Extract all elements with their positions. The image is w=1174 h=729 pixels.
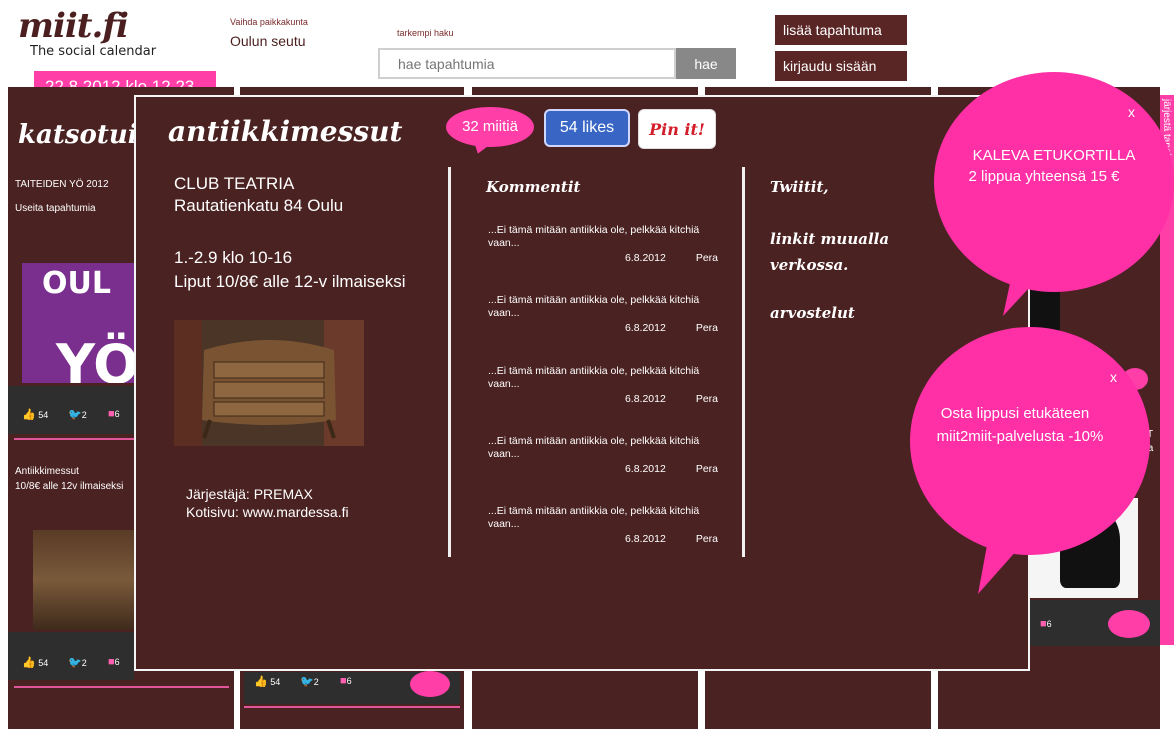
homepage-link[interactable]: Kotisivu: www.mardessa.fi — [186, 503, 349, 521]
speech-icon: ■ — [108, 656, 115, 668]
event-card-title-2[interactable]: Antiikkimessut — [15, 465, 79, 479]
links-heading-line2[interactable]: verkossa. — [770, 255, 848, 275]
pin-it-button[interactable]: Pin it! — [638, 109, 716, 149]
miit-count-badge[interactable]: 32 miitiä — [446, 107, 534, 147]
offer-2-line2: miit2miit-palvelusta -10% — [936, 428, 1104, 445]
thumbs-up-icon: 👍 — [22, 657, 36, 669]
logo[interactable]: miit.fi The social calendar — [18, 6, 157, 59]
comment-count-4[interactable]: ■6 — [1040, 618, 1052, 630]
logo-tagline: The social calendar — [30, 44, 157, 59]
add-event-button[interactable]: lisää tapahtuma — [775, 15, 907, 45]
offer-2-line1: Osta lippusi etukäteen — [940, 405, 1090, 422]
event-card-title[interactable]: TAITEIDEN YÖ 2012 — [15, 178, 109, 192]
offer-bubble-kaleva[interactable]: x KALEVA ETUKORTILLA 2 lippua yhteensä 1… — [934, 72, 1174, 292]
bird-icon: 🐦 — [300, 676, 314, 688]
comment-bubble-icon[interactable] — [1108, 610, 1150, 638]
logo-name: miit.fi — [18, 6, 129, 46]
organizer-name: Järjestäjä: PREMAX — [186, 486, 313, 502]
search-button[interactable]: hae — [676, 48, 736, 79]
tweet-count[interactable]: 🐦2 — [68, 408, 87, 421]
likes-button[interactable]: 54 likes — [544, 109, 630, 147]
event-detail-modal: antiikkimessut 32 miitiä 54 likes Pin it… — [134, 95, 1030, 671]
comment-count[interactable]: ■6 — [108, 408, 120, 420]
event-photo[interactable] — [174, 320, 364, 446]
links-heading-line1[interactable]: linkit muualla — [770, 229, 889, 249]
close-offer-2[interactable]: x — [1110, 369, 1117, 385]
column-divider — [448, 167, 451, 557]
offer-1-line1: KALEVA ETUKORTILLA — [972, 147, 1136, 164]
comment-author[interactable]: Pera — [696, 463, 718, 476]
event-time: 1.-2.9 klo 10-16 — [174, 248, 293, 267]
comment-item: ...Ei tämä mitään antiikkia ole, pelkkää… — [488, 365, 728, 406]
tweet-count-2[interactable]: 🐦2 — [68, 656, 87, 669]
comment-item: ...Ei tämä mitään antiikkia ole, pelkkää… — [488, 435, 728, 476]
comment-item: ...Ei tämä mitään antiikkia ole, pelkkää… — [488, 224, 728, 265]
search-input[interactable] — [378, 48, 676, 79]
comment-text: ...Ei tämä mitään antiikkia ole, pelkkää… — [488, 365, 700, 390]
comment-date: 6.8.2012 — [624, 463, 666, 475]
column-divider — [742, 167, 745, 557]
comment-text: ...Ei tämä mitään antiikkia ole, pelkkää… — [488, 294, 700, 319]
event-card-photo[interactable] — [33, 530, 134, 630]
comment-count-2[interactable]: ■6 — [108, 656, 120, 668]
event-title: antiikkimessut — [168, 115, 403, 148]
comments-heading: Kommentit — [486, 178, 581, 196]
divider — [244, 706, 460, 708]
comment-date: 6.8.2012 — [624, 533, 666, 545]
venue-name: CLUB TEATRIA — [174, 174, 295, 193]
close-offer-1[interactable]: x — [1128, 104, 1135, 120]
comment-author[interactable]: Pera — [696, 393, 718, 406]
comment-count-3[interactable]: ■6 — [340, 675, 352, 687]
comment-date: 6.8.2012 — [624, 393, 666, 405]
speech-icon: ■ — [1040, 618, 1047, 630]
region-selector[interactable]: Vaihda paikkakunta Oulun seutu — [230, 17, 308, 49]
advanced-search-link[interactable]: tarkempi haku — [397, 28, 454, 38]
reviews-heading[interactable]: arvostelut — [770, 303, 855, 323]
speech-icon: ■ — [340, 675, 347, 687]
comment-text: ...Ei tämä mitään antiikkia ole, pelkkää… — [488, 505, 700, 530]
bird-icon: 🐦 — [68, 657, 82, 669]
antique-dresser-image — [174, 320, 364, 446]
event-poster[interactable]: OUL YÖ — [22, 263, 134, 383]
venue-address: Rautatienkatu 84 Oulu — [174, 196, 344, 215]
speech-icon: ■ — [108, 408, 115, 420]
comment-date: 6.8.2012 — [624, 322, 666, 334]
comment-author[interactable]: Pera — [696, 533, 718, 546]
thumbs-up-icon: 👍 — [22, 409, 36, 421]
comment-author[interactable]: Pera — [696, 252, 718, 265]
bird-icon: 🐦 — [68, 409, 82, 421]
comment-text: ...Ei tämä mitään antiikkia ole, pelkkää… — [488, 224, 700, 249]
divider — [14, 438, 134, 440]
divider — [14, 686, 229, 688]
organizer: Järjestäjä: PREMAX Kotisivu: www.mardess… — [186, 485, 349, 521]
thumbs-up-icon: 👍 — [254, 676, 268, 688]
region-label: Vaihda paikkakunta — [230, 17, 308, 27]
tweets-heading[interactable]: Twiitit, — [770, 177, 829, 197]
comment-author[interactable]: Pera — [696, 322, 718, 335]
region-value[interactable]: Oulun seutu — [230, 33, 308, 49]
comment-date: 6.8.2012 — [624, 252, 666, 264]
tweet-count-3[interactable]: 🐦2 — [300, 675, 319, 688]
offer-bubble-presale[interactable]: x Osta lippusi etukäteen miit2miit-palve… — [910, 327, 1150, 555]
comment-bubble-icon[interactable] — [410, 671, 450, 697]
poster-text: OUL — [42, 266, 111, 301]
poster-text-large: YÖ — [56, 333, 134, 383]
comment-text: ...Ei tämä mitään antiikkia ole, pelkkää… — [488, 435, 700, 460]
offer-1-line2: 2 lippua yhteensä 15 € — [968, 168, 1120, 185]
ticket-prices: Liput 10/8€ alle 12-v ilmaiseksi — [174, 272, 406, 291]
like-count-2[interactable]: 👍 54 — [22, 656, 48, 669]
login-button[interactable]: kirjaudu sisään — [775, 51, 907, 81]
comment-item: ...Ei tämä mitään antiikkia ole, pelkkää… — [488, 294, 728, 335]
event-card-subtitle: Useita tapahtumia — [15, 203, 96, 214]
comment-item: ...Ei tämä mitään antiikkia ole, pelkkää… — [488, 505, 728, 546]
like-count-3[interactable]: 👍 54 — [254, 675, 280, 688]
like-count[interactable]: 👍 54 — [22, 408, 48, 421]
event-card-subtitle-2: 10/8€ alle 12v ilmaiseksi — [15, 481, 124, 492]
